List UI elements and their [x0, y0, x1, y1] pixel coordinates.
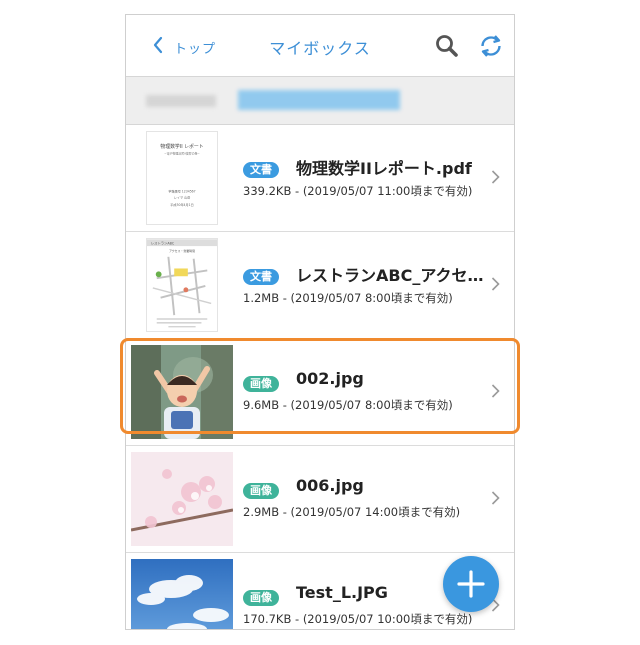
thumb-title: レストランABC — [151, 241, 175, 246]
blurred-user-value — [238, 90, 400, 110]
search-icon[interactable] — [434, 33, 460, 59]
file-meta: 2.9MB - (2019/05/07 14:00頃まで有効) — [243, 505, 461, 519]
file-row-report-pdf[interactable]: 物理数学II レポート ~電子物理演習II復習の巻~ 学籍番号 1234567 … — [126, 125, 514, 232]
thumb-line: 学籍番号 1234567 — [168, 189, 195, 194]
plus-icon — [457, 570, 485, 598]
file-name: 006.jpg — [296, 476, 364, 495]
blurred-user-label — [146, 95, 216, 107]
user-info-bar — [126, 77, 514, 125]
image-badge: 画像 — [243, 590, 279, 606]
file-meta: 9.6MB - (2019/05/07 8:00頃まで有効) — [243, 398, 453, 412]
map-document-thumbnail: レストランABC アクセス・営業時間 — [146, 238, 218, 332]
document-badge: 文書 — [243, 162, 279, 178]
chevron-right-icon — [491, 383, 500, 399]
baby-photo-thumbnail — [131, 345, 233, 439]
file-name: Test_L.JPG — [296, 583, 388, 602]
file-meta: 170.7KB - (2019/05/07 10:00頃まで有効) — [243, 612, 473, 626]
file-row-restaurant-pdf[interactable]: レストランABC アクセス・営業時間 文書 レストランABC_アクセス.pdf … — [126, 232, 514, 339]
file-row-002-jpg[interactable]: 画像 002.jpg 9.6MB - (2019/05/07 8:00頃まで有効… — [126, 339, 514, 446]
file-name: 002.jpg — [296, 369, 364, 388]
file-meta: 339.2KB - (2019/05/07 11:00頃まで有効) — [243, 184, 473, 198]
thumb-line: 平成30年4月1日 — [170, 202, 193, 207]
image-badge: 画像 — [243, 376, 279, 392]
document-badge: 文書 — [243, 269, 279, 285]
file-row-006-jpg[interactable]: 画像 006.jpg 2.9MB - (2019/05/07 14:00頃まで有… — [126, 446, 514, 553]
file-meta: 1.2MB - (2019/05/07 8:00頃まで有効) — [243, 291, 453, 305]
add-button[interactable] — [443, 556, 499, 612]
cherry-blossom-thumbnail — [131, 452, 233, 546]
chevron-right-icon — [491, 490, 500, 506]
thumb-line: レイマ 山岳 — [174, 194, 191, 199]
sky-photo-thumbnail — [131, 559, 233, 629]
file-name: 物理数学IIレポート.pdf — [296, 159, 472, 178]
chevron-right-icon — [491, 169, 500, 185]
document-thumbnail: 物理数学II レポート ~電子物理演習II復習の巻~ 学籍番号 1234567 … — [146, 131, 218, 225]
phone-screen: トップ マイボックス 物理数学II レポート ~電子物理演習II復習の巻~ 学籍… — [125, 14, 515, 630]
refresh-icon[interactable] — [478, 33, 504, 59]
chevron-right-icon — [491, 276, 500, 292]
file-list: 物理数学II レポート ~電子物理演習II復習の巻~ 学籍番号 1234567 … — [126, 125, 514, 629]
thumb-title: 物理数学II レポート — [160, 143, 203, 150]
file-name: レストランABC_アクセス.pdf — [296, 266, 484, 285]
app-header: トップ マイボックス — [126, 15, 514, 77]
image-badge: 画像 — [243, 483, 279, 499]
thumb-subtitle: アクセス・営業時間 — [169, 248, 195, 253]
thumb-subtitle: ~電子物理演習II復習の巻~ — [164, 151, 200, 156]
